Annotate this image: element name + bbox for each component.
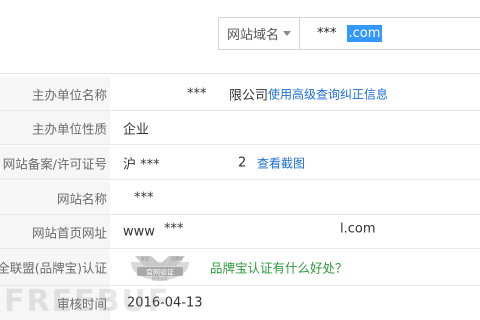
- field-value: 沪 ***: [123, 157, 160, 172]
- freebuf-watermark: FREEBUF: [4, 284, 171, 319]
- field-value-suffix: l.com: [340, 221, 376, 236]
- search-query-selected: .com: [346, 24, 383, 42]
- advanced-query-link[interactable]: 使用高级查询纠正信息: [268, 85, 388, 102]
- search-input[interactable]: *** .com: [317, 23, 383, 43]
- badge-text-top: 安全: [141, 255, 149, 261]
- field-value: ***: [187, 86, 207, 101]
- brand-certification-badge[interactable]: 官网验证 安全 品牌宝 信息认证: [127, 252, 193, 282]
- field-value-suffix: 2: [238, 155, 247, 170]
- field-label: 主办单位性质: [31, 121, 107, 136]
- info-row-site-name: 网站名称 ***: [0, 181, 480, 215]
- info-row-sponsor-type: 主办单位性质 企业: [0, 111, 480, 145]
- info-row-homepage-url: 网站首页网址 www *** l.com: [0, 215, 480, 249]
- chevron-down-icon: [283, 31, 291, 36]
- search-query-masked: ***: [317, 25, 337, 41]
- field-label: 主办单位名称: [31, 87, 107, 102]
- badge-text-sub: 品牌宝: [171, 255, 183, 261]
- field-value-masked: ***: [164, 221, 184, 236]
- search-box: 网站域名 *** .com: [218, 17, 480, 50]
- divider: [0, 73, 480, 74]
- search-type-label: 网站域名: [227, 28, 280, 43]
- badge-text: 官网验证: [146, 267, 174, 276]
- info-row-sponsor-name: 主办单位名称 *** 限公司 使用高级查询纠正信息: [0, 77, 480, 111]
- view-screenshot-link[interactable]: 查看截图: [257, 154, 305, 171]
- info-row-brand-cert: 安全联盟(品牌宝)认证 官网验证 安全 品牌宝 信息认证 品牌宝认证有什么好处？: [0, 249, 480, 286]
- field-label: 网站首页网址: [31, 225, 107, 240]
- search-type-select[interactable]: 网站域名: [219, 18, 300, 49]
- field-value: ***: [134, 190, 154, 205]
- field-value-suffix: 限公司: [229, 88, 269, 103]
- brand-cert-benefits-link[interactable]: 品牌宝认证有什么好处？: [210, 258, 348, 277]
- field-value: www: [123, 224, 155, 239]
- field-label: 安全联盟(品牌宝)认证: [0, 260, 107, 276]
- field-value: 企业: [123, 122, 150, 137]
- top-bar: 网站域名 *** .com: [0, 0, 480, 74]
- field-label: 网站名称: [56, 191, 107, 206]
- info-row-license: 网站备案/许可证号 沪 *** 2 查看截图: [0, 146, 480, 180]
- badge-text-bottom: 信息认证: [152, 275, 168, 281]
- field-label: 网站备案/许可证号: [2, 156, 107, 171]
